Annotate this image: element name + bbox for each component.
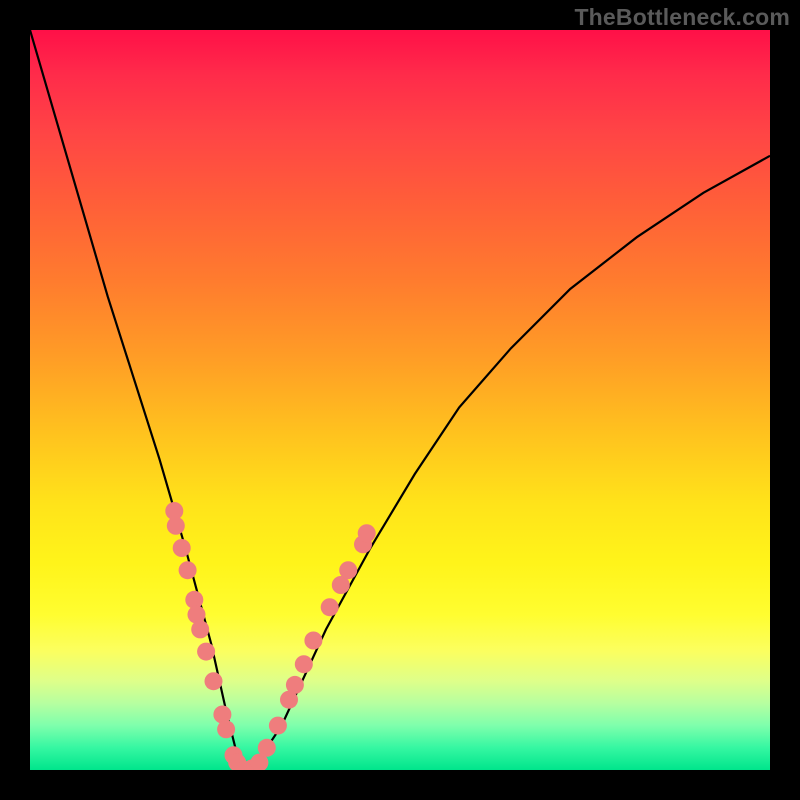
curve-marker: [179, 561, 197, 579]
curve-marker: [197, 643, 215, 661]
chart-container: TheBottleneck.com: [0, 0, 800, 800]
curve-marker: [167, 517, 185, 535]
curve-marker: [269, 717, 287, 735]
watermark-text: TheBottleneck.com: [574, 4, 790, 31]
curve-marker: [173, 539, 191, 557]
curve-marker: [321, 598, 339, 616]
chart-svg: [30, 30, 770, 770]
curve-marker: [295, 655, 313, 673]
curve-marker: [286, 676, 304, 694]
curve-marker: [191, 620, 209, 638]
bottleneck-curve: [30, 30, 770, 770]
plot-area: [30, 30, 770, 770]
curve-marker: [339, 561, 357, 579]
curve-marker: [258, 739, 276, 757]
markers-group: [165, 502, 375, 770]
curve-group: [30, 30, 770, 770]
curve-marker: [358, 524, 376, 542]
curve-marker: [217, 720, 235, 738]
curve-marker: [304, 632, 322, 650]
curve-marker: [205, 672, 223, 690]
